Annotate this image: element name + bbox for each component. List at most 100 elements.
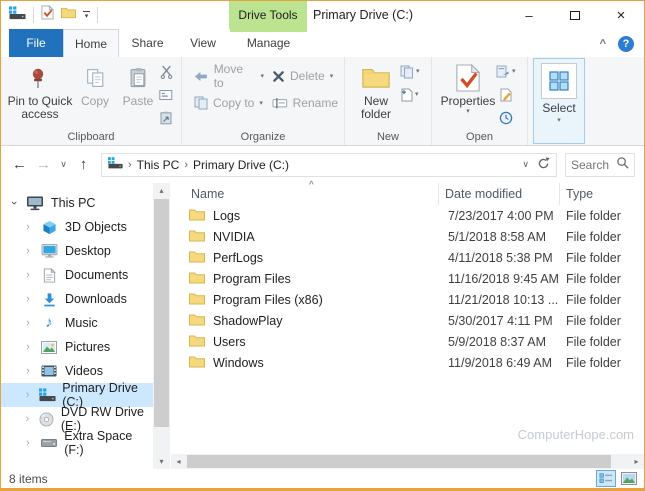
chevron-collapsed-icon[interactable]: › [23,389,32,401]
search-input[interactable] [571,158,613,172]
sidebar-item-dvd-drive[interactable]: › DVD RW Drive (E:) [1,407,153,431]
tab-file[interactable]: File [9,29,63,57]
table-row[interactable]: Program Files 11/16/2018 9:45 AM File fo… [171,268,644,289]
copy-to-button[interactable]: Copy to ▾ [190,92,268,114]
column-header-type[interactable]: Type [559,183,644,205]
address-dropdown-icon[interactable]: ∨ [522,159,529,170]
file-type: File folder [559,209,644,223]
back-button[interactable]: ← [9,156,30,173]
table-row[interactable]: ShadowPlay 5/30/2017 4:11 PM File folder [171,310,644,331]
edit-button[interactable] [496,85,516,104]
move-to-button[interactable]: Move to ▾ [190,65,268,87]
scroll-down-icon[interactable]: ▾ [153,454,170,469]
rename-button[interactable]: Rename [268,92,342,114]
file-name: Logs [213,209,240,223]
column-header-name[interactable]: Name [171,187,438,201]
drive-tools-contextual-tab[interactable]: Drive Tools [229,1,307,29]
scroll-right-icon[interactable]: ▸ [629,454,644,469]
paste-shortcut-button[interactable] [159,108,173,127]
search-icon[interactable] [616,156,629,174]
sidebar-vertical-scrollbar[interactable]: ▴ ▾ [153,183,170,469]
forward-button[interactable]: → [33,156,54,173]
chevron-collapsed-icon[interactable]: › [23,365,33,377]
paste-button[interactable]: Paste [117,57,159,108]
table-row[interactable]: Windows 11/9/2018 6:49 AM File folder [171,352,644,373]
chevron-collapsed-icon[interactable]: › [23,437,33,449]
search-box[interactable] [565,153,635,177]
address-bar[interactable]: › This PC › Primary Drive (C:) ∨ [101,153,557,177]
chevron-collapsed-icon[interactable]: › [23,293,33,305]
breadcrumb-this-pc[interactable]: This PC [137,158,180,172]
table-row[interactable]: Logs 7/23/2017 4:00 PM File folder [171,205,644,226]
minimize-button[interactable]: – [506,1,552,29]
chevron-collapsed-icon[interactable]: › [23,341,33,353]
delete-button[interactable]: Delete ▾ [268,65,342,87]
recent-locations-dropdown[interactable]: ∨ [57,159,70,170]
sidebar-item-desktop[interactable]: › Desktop [1,239,153,263]
horizontal-scrollbar[interactable]: ◂ ▸ [171,454,644,469]
sidebar-item-documents[interactable]: › Documents [1,263,153,287]
copy-button[interactable]: Copy [73,57,117,108]
dropdown-caret-icon: ▾ [557,117,561,124]
ribbon: Pin to Quick access Copy Paste [1,57,644,146]
properties-shortcut-icon[interactable] [41,5,54,25]
cut-button[interactable] [159,62,173,81]
sidebar-item-primary-drive[interactable]: › Primary Drive (C:) [1,383,153,407]
maximize-button[interactable] [552,1,598,29]
sidebar-item-downloads[interactable]: › Downloads [1,287,153,311]
tab-home[interactable]: Home [63,29,119,57]
sidebar-item-videos[interactable]: › Videos [1,359,153,383]
sidebar-item-3d-objects[interactable]: › 3D Objects [1,215,153,239]
dropdown-caret-icon: ▾ [416,68,420,75]
new-folder-button[interactable]: New folder [352,57,400,121]
table-row[interactable]: Program Files (x86) 11/21/2018 10:13 ...… [171,289,644,310]
sort-ascending-icon[interactable]: ^ [309,180,314,191]
select-button[interactable]: Select ▾ [533,58,585,144]
properties-icon [455,60,481,95]
history-button[interactable] [496,108,516,127]
sidebar-item-label: Videos [65,364,103,378]
chevron-collapsed-icon[interactable]: › [23,221,33,233]
copy-path-button[interactable] [159,85,173,104]
refresh-icon[interactable] [537,157,550,173]
chevron-collapsed-icon[interactable]: › [23,269,33,281]
tab-view[interactable]: View [176,29,230,57]
chevron-collapsed-icon[interactable]: › [23,413,32,425]
details-view-button[interactable] [596,470,616,487]
sidebar-item-extra-space-drive[interactable]: › Extra Space (F:) [1,431,153,455]
table-row[interactable]: NVIDIA 5/1/2018 8:58 AM File folder [171,226,644,247]
sidebar-item-this-pc[interactable]: › This PC [1,191,153,215]
new-item-button[interactable]: ▾ [400,85,420,104]
minimize-ribbon-icon[interactable]: ^ [600,38,606,50]
file-type: File folder [559,251,644,265]
table-row[interactable]: Users 5/9/2018 8:37 AM File folder [171,331,644,352]
chevron-collapsed-icon[interactable]: › [23,317,33,329]
up-button[interactable]: ↑ [73,156,94,173]
easy-access-button[interactable]: ▾ [400,62,420,81]
file-date: 7/23/2017 4:00 PM [438,209,559,223]
scrollbar-thumb[interactable] [154,199,169,427]
help-icon[interactable]: ? [618,36,634,52]
breadcrumb-current[interactable]: Primary Drive (C:) [193,158,289,172]
large-icons-view-button[interactable] [619,470,639,487]
sidebar-item-music[interactable]: › ♪ Music [1,311,153,335]
tab-manage[interactable]: Manage [230,29,307,57]
customize-qat-icon[interactable]: ▾ [83,11,90,19]
scroll-left-icon[interactable]: ◂ [171,454,186,469]
new-folder-shortcut-icon[interactable] [61,6,76,24]
open-button[interactable]: ▾ [496,62,516,81]
column-header-date-modified[interactable]: Date modified [438,183,559,205]
hard-drive-icon [39,439,59,447]
sidebar-item-pictures[interactable]: › Pictures [1,335,153,359]
scrollbar-thumb[interactable] [187,455,611,468]
chevron-expanded-icon[interactable]: › [8,198,20,208]
table-row[interactable]: PerfLogs 4/11/2018 5:38 PM File folder [171,247,644,268]
pin-to-quick-access-button[interactable]: Pin to Quick access [7,57,73,121]
button-label: New folder [352,95,400,121]
scroll-up-icon[interactable]: ▴ [153,183,170,198]
tab-share[interactable]: Share [119,29,176,57]
chevron-collapsed-icon[interactable]: › [23,245,33,257]
close-button[interactable]: × [598,1,644,29]
properties-button[interactable]: Properties ▾ [440,57,496,115]
sidebar-item-label: This PC [51,196,95,210]
